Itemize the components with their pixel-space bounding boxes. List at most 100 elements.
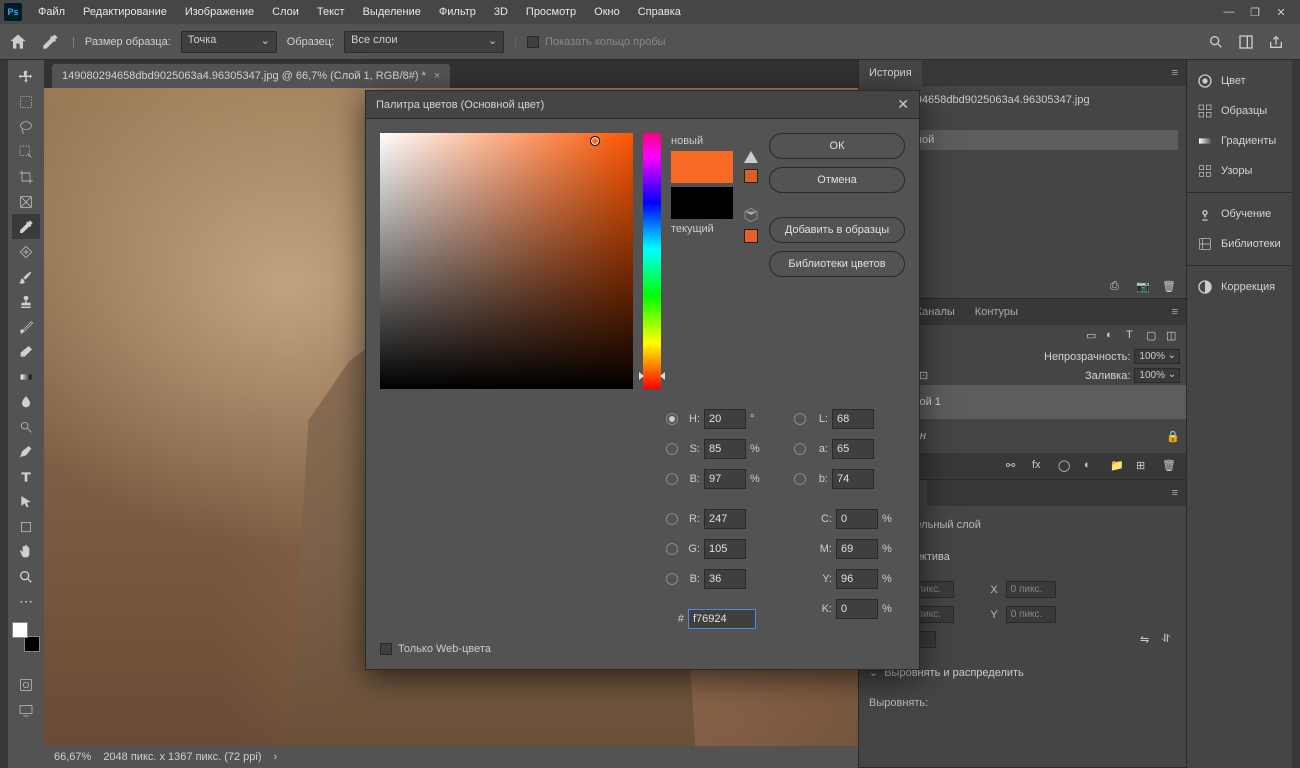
- foreground-color[interactable]: [12, 622, 28, 638]
- green-input[interactable]: [704, 539, 746, 559]
- menu-3d[interactable]: 3D: [486, 3, 516, 21]
- hue-input[interactable]: [704, 409, 746, 429]
- menu-image[interactable]: Изображение: [177, 3, 262, 21]
- panel-menu-icon[interactable]: ≡: [1164, 306, 1186, 318]
- lock-artboard-icon[interactable]: ⊡: [919, 369, 933, 383]
- flip-h-icon[interactable]: ⇋: [1140, 633, 1154, 647]
- gradients-panel-button[interactable]: Градиенты: [1187, 126, 1292, 156]
- red-input[interactable]: [704, 509, 746, 529]
- marquee-tool[interactable]: [12, 89, 40, 114]
- link-icon[interactable]: ⚯: [1006, 459, 1020, 473]
- a-input[interactable]: [832, 439, 874, 459]
- gradient-tool[interactable]: [12, 364, 40, 389]
- filter-smart-icon[interactable]: ◫: [1166, 329, 1180, 343]
- dodge-tool[interactable]: [12, 414, 40, 439]
- y-input[interactable]: [836, 569, 878, 589]
- dialog-close-icon[interactable]: ✕: [897, 96, 909, 113]
- document-tab[interactable]: 149080294658dbd9025063a4.96305347.jpg @ …: [52, 64, 450, 88]
- home-icon[interactable]: [8, 32, 28, 52]
- history-brush-tool[interactable]: [12, 314, 40, 339]
- hue-radio[interactable]: [666, 413, 678, 425]
- shape-tool[interactable]: [12, 514, 40, 539]
- healing-tool[interactable]: [12, 239, 40, 264]
- filter-adjust-icon[interactable]: ◐: [1106, 329, 1120, 343]
- show-ring-checkbox[interactable]: Показать кольцо пробы: [527, 36, 666, 48]
- sat-input[interactable]: [704, 439, 746, 459]
- web-colors-checkbox[interactable]: Только Web-цвета: [380, 643, 491, 655]
- blur-tool[interactable]: [12, 389, 40, 414]
- status-chevron-icon[interactable]: ›: [274, 751, 278, 763]
- mask-icon[interactable]: ◯: [1058, 459, 1072, 473]
- b-input[interactable]: [832, 469, 874, 489]
- edit-toolbar[interactable]: ⋯: [12, 589, 40, 614]
- panel-menu-icon[interactable]: ≡: [1164, 67, 1186, 79]
- color-cursor[interactable]: [590, 136, 600, 146]
- swatches-panel-button[interactable]: Образцы: [1187, 96, 1292, 126]
- share-icon[interactable]: [1268, 34, 1284, 50]
- k-input[interactable]: [836, 599, 878, 619]
- hex-input[interactable]: [688, 609, 756, 629]
- filter-text-icon[interactable]: T: [1126, 329, 1140, 343]
- eyedropper-tool[interactable]: [12, 214, 40, 239]
- maximize-icon[interactable]: ❐: [1248, 5, 1262, 19]
- learn-panel-button[interactable]: Обучение: [1187, 199, 1292, 229]
- patterns-panel-button[interactable]: Узоры: [1187, 156, 1292, 186]
- red-radio[interactable]: [666, 513, 678, 525]
- zoom-tool[interactable]: [12, 564, 40, 589]
- menu-file[interactable]: Файл: [30, 3, 73, 21]
- lasso-tool[interactable]: [12, 114, 40, 139]
- current-color-swatch[interactable]: [671, 187, 733, 219]
- cube-icon[interactable]: [743, 207, 759, 223]
- history-tab[interactable]: История: [859, 60, 922, 86]
- trash-icon[interactable]: 🗑: [1162, 280, 1176, 294]
- a-radio[interactable]: [794, 443, 806, 455]
- panel-menu-icon[interactable]: ≡: [1164, 487, 1186, 499]
- path-select-tool[interactable]: [12, 489, 40, 514]
- c-input[interactable]: [836, 509, 878, 529]
- text-tool[interactable]: [12, 464, 40, 489]
- bright-input[interactable]: [704, 469, 746, 489]
- close-icon[interactable]: ✕: [1274, 5, 1288, 19]
- frame-tool[interactable]: [12, 189, 40, 214]
- adjustments-panel-button[interactable]: Коррекция: [1187, 272, 1292, 302]
- group-icon[interactable]: 📁: [1110, 459, 1124, 473]
- menu-text[interactable]: Текст: [309, 3, 353, 21]
- l-radio[interactable]: [794, 413, 806, 425]
- screen-mode-icon[interactable]: [12, 697, 40, 722]
- workspace-icon[interactable]: [1238, 34, 1254, 50]
- fx-icon[interactable]: fx: [1032, 459, 1046, 473]
- new-layer-icon[interactable]: ⊞: [1136, 459, 1150, 473]
- fill-value[interactable]: 100%: [1134, 368, 1180, 383]
- opacity-value[interactable]: 100%: [1134, 349, 1180, 364]
- dialog-titlebar[interactable]: Палитра цветов (Основной цвет) ✕: [366, 91, 919, 119]
- pen-tool[interactable]: [12, 439, 40, 464]
- camera-icon[interactable]: 📷: [1136, 280, 1150, 294]
- eraser-tool[interactable]: [12, 339, 40, 364]
- trash-icon[interactable]: 🗑: [1162, 459, 1176, 473]
- brush-tool[interactable]: [12, 264, 40, 289]
- gamut-swatch[interactable]: [744, 169, 758, 183]
- menu-layers[interactable]: Слои: [264, 3, 307, 21]
- menu-help[interactable]: Справка: [630, 3, 689, 21]
- menu-edit[interactable]: Редактирование: [75, 3, 175, 21]
- search-icon[interactable]: [1208, 34, 1224, 50]
- new-snapshot-icon[interactable]: ⎙: [1110, 280, 1124, 294]
- zoom-level[interactable]: 66,67%: [54, 751, 91, 763]
- b-radio[interactable]: [794, 473, 806, 485]
- blue-input[interactable]: [704, 569, 746, 589]
- eyedropper-tool-icon[interactable]: [38, 30, 62, 54]
- y-input[interactable]: [1006, 606, 1056, 623]
- sample-select[interactable]: Все слои: [344, 31, 504, 53]
- hue-cursor[interactable]: [639, 372, 665, 376]
- background-color[interactable]: [24, 636, 40, 652]
- m-input[interactable]: [836, 539, 878, 559]
- filter-image-icon[interactable]: ▭: [1086, 329, 1100, 343]
- filter-shape-icon[interactable]: ▢: [1146, 329, 1160, 343]
- menu-select[interactable]: Выделение: [355, 3, 429, 21]
- color-panel-button[interactable]: Цвет: [1187, 66, 1292, 96]
- libraries-panel-button[interactable]: Библиотеки: [1187, 229, 1292, 259]
- quick-mask-icon[interactable]: [12, 672, 40, 697]
- l-input[interactable]: [832, 409, 874, 429]
- stamp-tool[interactable]: [12, 289, 40, 314]
- blue-radio[interactable]: [666, 573, 678, 585]
